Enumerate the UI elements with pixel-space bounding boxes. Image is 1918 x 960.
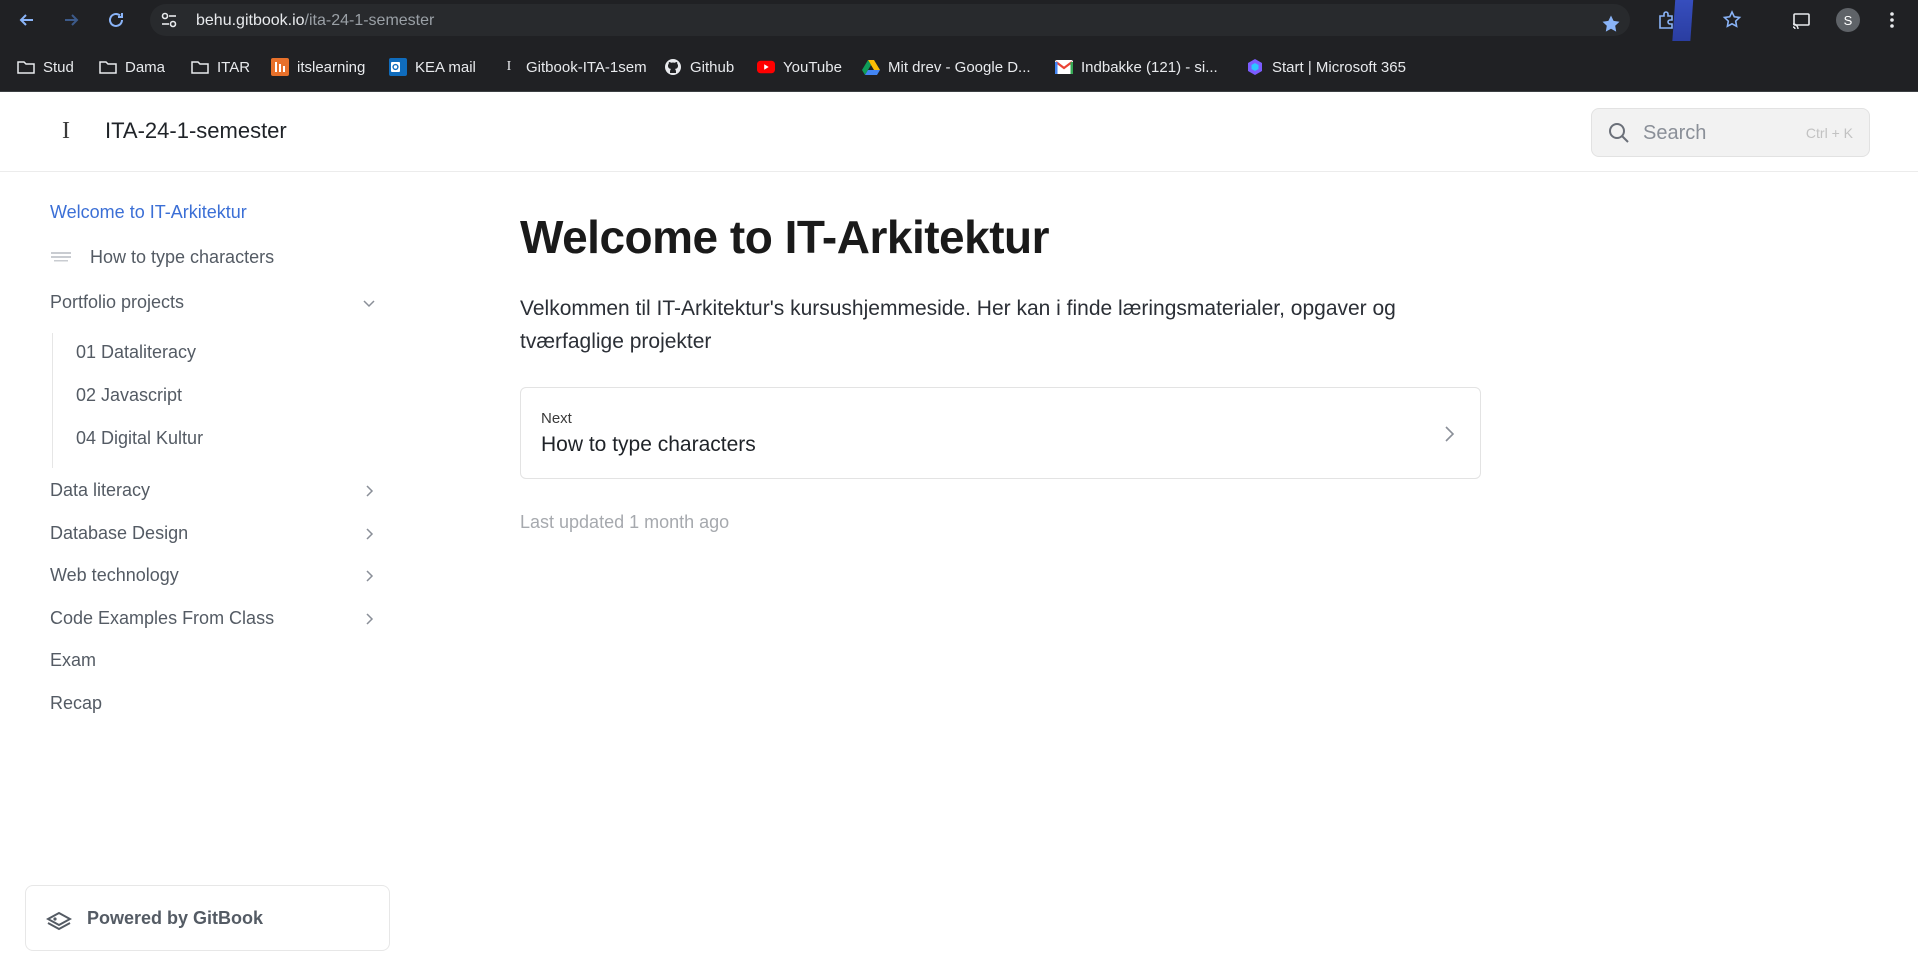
next-page-title: How to type characters bbox=[541, 433, 756, 456]
site-header: I ITA-24-1-semester Search Ctrl + K bbox=[0, 92, 1918, 172]
bookmark-gmail[interactable]: Indbakke (121) - si... bbox=[1055, 56, 1218, 78]
sidebar-item-how-to-type[interactable]: How to type characters bbox=[90, 247, 274, 268]
itslearning-icon bbox=[271, 58, 289, 76]
bookmark-github[interactable]: Github bbox=[664, 56, 734, 78]
github-icon bbox=[664, 58, 682, 76]
subtree-line bbox=[52, 333, 53, 468]
bookmark-gitbook[interactable]: I Gitbook-ITA-1sem bbox=[500, 56, 647, 78]
search-input[interactable]: Search Ctrl + K bbox=[1591, 108, 1870, 157]
sidebar-item-database-design[interactable]: Database Design bbox=[50, 523, 188, 544]
sidebar-nav: Welcome to IT-Arkitektur How to type cha… bbox=[0, 172, 400, 960]
last-updated: Last updated 1 month ago bbox=[520, 512, 730, 532]
google-drive-icon bbox=[862, 58, 880, 76]
sidebar-item-dataliteracy[interactable]: 01 Dataliteracy bbox=[76, 342, 196, 363]
forward-icon[interactable] bbox=[59, 8, 83, 32]
back-icon[interactable] bbox=[15, 8, 39, 32]
page-title: Welcome to IT-Arkitektur bbox=[520, 211, 1050, 263]
folder-icon bbox=[191, 58, 209, 76]
bookmark-label: YouTube bbox=[783, 58, 842, 76]
powered-by-gitbook-button[interactable]: Powered by GitBook bbox=[25, 885, 390, 951]
gmail-icon bbox=[1055, 58, 1073, 76]
bookmark-label: Gitbook-ITA-1sem bbox=[526, 58, 647, 76]
bookmarks-bar: Stud Dama ITAR itslearning KEA mail I Gi… bbox=[0, 41, 1918, 92]
bookmark-label: KEA mail bbox=[415, 58, 476, 76]
bookmark-label: Dama bbox=[125, 58, 166, 76]
sidebar-item-data-literacy[interactable]: Data literacy bbox=[50, 480, 150, 501]
sidebar-item-javascript[interactable]: 02 Javascript bbox=[76, 385, 182, 406]
bookmark-kea-mail[interactable]: KEA mail bbox=[389, 56, 476, 78]
search-icon bbox=[1608, 122, 1630, 144]
bookmark-itslearning[interactable]: itslearning bbox=[271, 56, 365, 78]
bookmark-youtube[interactable]: YouTube bbox=[757, 56, 842, 78]
reload-icon[interactable] bbox=[104, 8, 128, 32]
bookmark-label: Stud bbox=[43, 58, 74, 76]
address-bar[interactable]: behu.gitbook.io/ita-24-1-semester bbox=[150, 4, 1630, 36]
bookmark-google-drive[interactable]: Mit drev - Google D... bbox=[862, 56, 1031, 78]
chevron-right-icon bbox=[1440, 423, 1458, 445]
search-shortcut: Ctrl + K bbox=[1805, 125, 1853, 141]
profile-avatar[interactable]: S bbox=[1836, 8, 1860, 32]
bookmark-star-icon[interactable] bbox=[1600, 13, 1622, 35]
next-page-card[interactable]: Next How to type characters bbox=[520, 387, 1481, 479]
folder-icon bbox=[99, 58, 117, 76]
sidebar-item-code-examples[interactable]: Code Examples From Class bbox=[50, 608, 274, 629]
sidebar-item-recap[interactable]: Recap bbox=[50, 693, 102, 714]
site-settings-icon[interactable] bbox=[160, 11, 178, 29]
bookmark-stud[interactable]: Stud bbox=[17, 56, 74, 78]
bookmark-itar[interactable]: ITAR bbox=[191, 56, 250, 78]
chevron-right-icon[interactable] bbox=[362, 484, 376, 498]
powered-by-label: Powered by GitBook bbox=[87, 908, 264, 928]
chevron-right-icon[interactable] bbox=[362, 527, 376, 541]
gitbook-logo-icon bbox=[45, 907, 73, 931]
gitbook-icon: I bbox=[506, 59, 512, 74]
space-logo[interactable]: I bbox=[62, 118, 70, 145]
url-host: behu.gitbook.io bbox=[196, 12, 305, 29]
url-path: /ita-24-1-semester bbox=[304, 12, 435, 29]
youtube-icon bbox=[757, 58, 775, 76]
page-description: Velkommen til IT-Arkitektur's kursushjem… bbox=[520, 297, 1396, 353]
next-label: Next bbox=[541, 410, 572, 427]
bookmark-microsoft365[interactable]: Start | Microsoft 365 bbox=[1246, 56, 1406, 78]
folder-icon bbox=[17, 58, 35, 76]
bookmark-label: Start | Microsoft 365 bbox=[1272, 58, 1406, 76]
chevron-right-icon[interactable] bbox=[362, 569, 376, 583]
bookmark-label: Github bbox=[690, 58, 735, 76]
microsoft365-icon bbox=[1246, 58, 1264, 76]
bookmark-label: Indbakke (121) - si... bbox=[1081, 58, 1218, 76]
bookmark-label: ITAR bbox=[217, 58, 251, 76]
space-title[interactable]: ITA-24-1-semester bbox=[105, 118, 287, 144]
bookmark-label: Mit drev - Google D... bbox=[888, 58, 1031, 76]
sidebar-item-welcome[interactable]: Welcome to IT-Arkitektur bbox=[50, 202, 247, 223]
chevron-right-icon[interactable] bbox=[362, 612, 376, 626]
outlook-icon bbox=[389, 58, 407, 76]
sidebar-item-portfolio[interactable]: Portfolio projects bbox=[50, 292, 184, 313]
url-text: behu.gitbook.io/ita-24-1-semester bbox=[196, 12, 434, 30]
sidebar-item-exam[interactable]: Exam bbox=[50, 650, 96, 671]
bookmark-dama[interactable]: Dama bbox=[99, 56, 165, 78]
bookmark-label: itslearning bbox=[297, 58, 366, 76]
search-placeholder: Search bbox=[1643, 122, 1707, 144]
cast-icon[interactable] bbox=[1790, 9, 1812, 31]
sidebar-item-web-technology[interactable]: Web technology bbox=[50, 565, 179, 586]
chevron-down-icon[interactable] bbox=[362, 296, 376, 310]
browser-toolbar: behu.gitbook.io/ita-24-1-semester S bbox=[0, 0, 1918, 92]
bookmark-add-icon[interactable] bbox=[1721, 9, 1743, 31]
sidebar-item-digital-kultur[interactable]: 04 Digital Kultur bbox=[76, 428, 203, 449]
menu-kebab-icon[interactable] bbox=[1881, 9, 1903, 31]
extensions-icon[interactable] bbox=[1655, 9, 1677, 31]
keyboard-icon bbox=[50, 247, 74, 267]
